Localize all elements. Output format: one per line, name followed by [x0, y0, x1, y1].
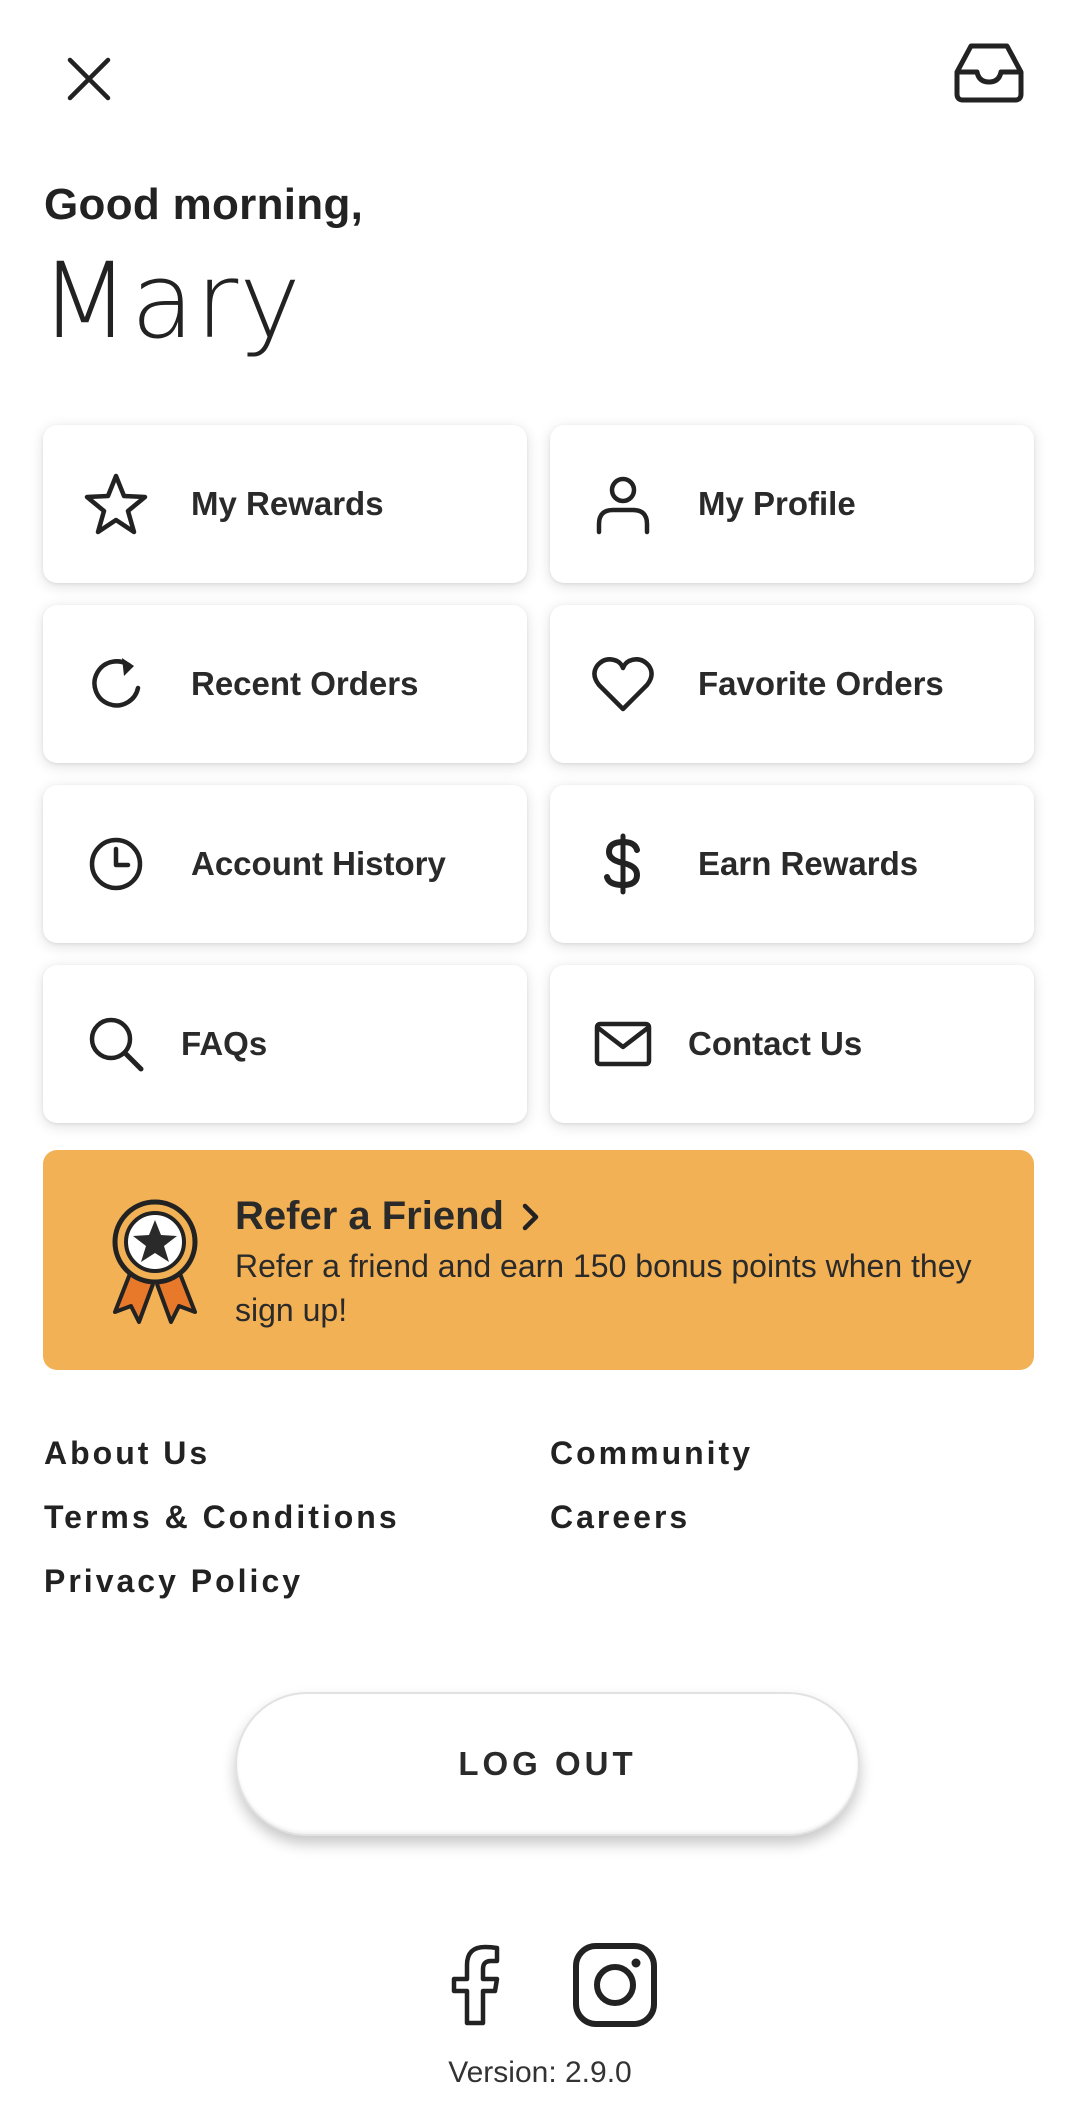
- top-bar: [0, 0, 1080, 160]
- app-version: Version: 2.9.0: [448, 2056, 632, 2089]
- link-terms-conditions[interactable]: Terms & Conditions: [44, 1499, 400, 1536]
- award-medal-icon: [105, 1196, 205, 1326]
- tile-label: Earn Rewards: [698, 845, 919, 882]
- tile-label: Favorite Orders: [698, 665, 944, 702]
- tile-my-profile[interactable]: My Profile: [550, 425, 1034, 583]
- refresh-icon: [81, 649, 151, 719]
- heart-icon: [588, 649, 658, 719]
- logout-button[interactable]: LOG OUT: [235, 1692, 860, 1836]
- chevron-right-icon: [522, 1203, 540, 1231]
- refer-description: Refer a friend and earn 150 bonus points…: [235, 1248, 972, 1328]
- greeting-salutation: Good morning,: [44, 180, 364, 229]
- refer-title-text: Refer a Friend: [235, 1194, 504, 1238]
- tile-label: Account History: [191, 845, 446, 882]
- menu-grid: My Rewards My Profile Recent Orders Favo…: [43, 425, 1034, 1123]
- star-icon: [81, 469, 151, 539]
- refer-a-friend-banner[interactable]: Refer a Friend Refer a friend and earn 1…: [43, 1150, 1034, 1370]
- inbox-button[interactable]: [944, 28, 1034, 118]
- mail-icon: [588, 1009, 658, 1079]
- facebook-icon: [451, 1944, 500, 2026]
- dollar-icon: [588, 829, 658, 899]
- facebook-button[interactable]: [430, 1940, 520, 2030]
- instagram-button[interactable]: [570, 1940, 660, 2030]
- link-community[interactable]: Community: [550, 1435, 753, 1472]
- close-icon: [67, 57, 111, 101]
- tile-favorite-orders[interactable]: Favorite Orders: [550, 605, 1034, 763]
- tile-label: My Rewards: [191, 485, 384, 522]
- greeting-name: Mary: [40, 240, 302, 362]
- clock-icon: [81, 829, 151, 899]
- tile-label: Recent Orders: [191, 665, 419, 702]
- instagram-icon: [573, 1943, 657, 2027]
- refer-title: Refer a Friend: [235, 1194, 540, 1239]
- tile-my-rewards[interactable]: My Rewards: [43, 425, 527, 583]
- tile-label: My Profile: [698, 485, 856, 522]
- tile-label: Contact Us: [688, 1025, 863, 1062]
- tile-recent-orders[interactable]: Recent Orders: [43, 605, 527, 763]
- user-icon: [588, 469, 658, 539]
- close-button[interactable]: [44, 34, 134, 124]
- search-icon: [81, 1009, 151, 1079]
- inbox-icon: [954, 43, 1024, 103]
- tile-contact-us[interactable]: Contact Us: [550, 965, 1034, 1123]
- link-privacy-policy[interactable]: Privacy Policy: [44, 1563, 303, 1600]
- tile-earn-rewards[interactable]: Earn Rewards: [550, 785, 1034, 943]
- tile-account-history[interactable]: Account History: [43, 785, 527, 943]
- tile-faqs[interactable]: FAQs: [43, 965, 527, 1123]
- link-careers[interactable]: Careers: [550, 1499, 690, 1536]
- link-about-us[interactable]: About Us: [44, 1435, 210, 1472]
- tile-label: FAQs: [181, 1025, 268, 1062]
